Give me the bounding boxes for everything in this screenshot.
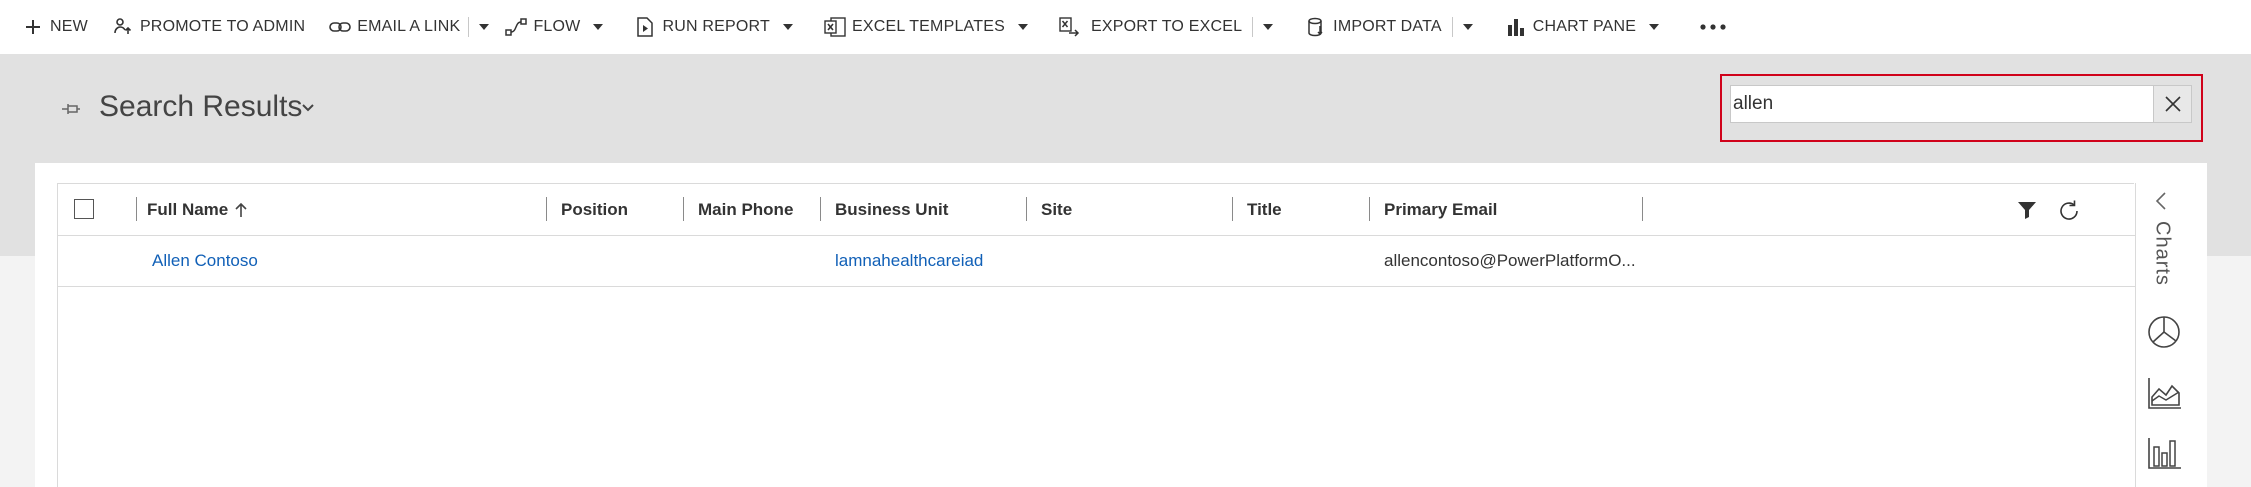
flow-icon [505, 16, 528, 38]
pin-icon[interactable] [60, 98, 82, 120]
excel-templates-label: EXCEL TEMPLATES [851, 18, 1005, 35]
area-chart-icon[interactable] [2146, 375, 2182, 411]
column-header-site[interactable]: Site [1041, 184, 1072, 236]
link-icon [329, 16, 352, 38]
promote-to-admin-button[interactable]: PROMOTE TO ADMIN [112, 0, 305, 54]
excel-templates-button[interactable]: EXCEL TEMPLATES [824, 0, 1029, 54]
export-to-excel-dropdown[interactable] [1252, 0, 1283, 54]
primary-email-cell: allencontoso@PowerPlatformO... [1384, 251, 1636, 270]
run-report-button[interactable]: RUN REPORT [634, 0, 794, 54]
ellipsis-icon [1700, 24, 1726, 30]
column-divider [1642, 197, 1643, 221]
column-divider [820, 197, 821, 221]
chevron-down-icon [782, 21, 794, 33]
sort-ascending-icon [234, 202, 248, 218]
new-label: NEW [50, 18, 88, 35]
chevron-down-icon [592, 21, 604, 33]
divider [1252, 17, 1254, 37]
plus-icon [22, 16, 44, 38]
close-icon [2164, 96, 2181, 112]
email-a-link-label: EMAIL A LINK [357, 18, 461, 35]
chevron-left-icon[interactable] [2154, 191, 2172, 213]
chevron-down-icon [1017, 21, 1029, 33]
excel-icon [824, 16, 846, 38]
table-row[interactable]: Allen Contoso lamnahealthcareiad allenco… [58, 236, 2135, 287]
refresh-icon[interactable] [2056, 198, 2082, 224]
grid-header: Full Name Position Main Phone Business U… [58, 184, 2135, 236]
import-data-dropdown[interactable] [1451, 0, 1483, 54]
flow-label: FLOW [533, 18, 581, 35]
chevron-down-icon [1263, 24, 1274, 30]
column-divider [1026, 197, 1027, 221]
column-header-label: Business Unit [835, 200, 949, 219]
chart-pane-button[interactable]: CHART PANE [1505, 0, 1660, 54]
run-report-label: RUN REPORT [662, 18, 770, 35]
more-commands-button[interactable] [1700, 0, 1726, 54]
chevron-down-icon [1648, 21, 1660, 33]
bar-chart-icon [1505, 16, 1527, 38]
column-divider [683, 197, 684, 221]
column-header-full-name[interactable]: Full Name [147, 184, 248, 236]
column-divider [1232, 197, 1233, 221]
export-to-excel-button[interactable]: EXPORT TO EXCEL [1059, 0, 1242, 54]
full-name-link[interactable]: Allen Contoso [152, 236, 258, 286]
column-header-label: Primary Email [1384, 200, 1498, 219]
divider [468, 17, 470, 37]
flow-button[interactable]: FLOW [505, 0, 604, 54]
promote-to-admin-label: PROMOTE TO ADMIN [139, 18, 306, 35]
filter-icon[interactable] [2016, 199, 2038, 221]
email-a-link-button[interactable]: EMAIL A LINK [329, 0, 460, 54]
export-to-excel-label: EXPORT TO EXCEL [1090, 18, 1243, 35]
column-header-label: Title [1247, 200, 1282, 219]
column-header-primary-email[interactable]: Primary Email [1384, 184, 1497, 236]
charts-pane-label: Charts [2151, 221, 2174, 286]
column-divider [1369, 197, 1370, 221]
import-data-label: IMPORT DATA [1333, 18, 1442, 35]
column-header-position[interactable]: Position [561, 184, 628, 236]
results-grid: Full Name Position Main Phone Business U… [57, 183, 2135, 487]
chevron-down-icon [1462, 24, 1473, 30]
export-excel-icon [1059, 16, 1081, 38]
column-header-label: Site [1041, 200, 1073, 219]
column-header-label: Position [561, 200, 629, 219]
import-icon [1305, 16, 1327, 38]
page-title[interactable]: Search Results [99, 90, 302, 124]
clear-search-button[interactable] [2154, 85, 2192, 123]
column-header-business-unit[interactable]: Business Unit [835, 184, 948, 236]
person-promote-icon [112, 16, 134, 38]
column-divider [546, 197, 547, 221]
column-chart-icon[interactable] [2146, 435, 2182, 471]
column-header-label: Main Phone [698, 200, 794, 219]
column-divider [136, 197, 137, 221]
business-unit-link[interactable]: lamnahealthcareiad [835, 236, 983, 286]
chart-pane-label: CHART PANE [1532, 18, 1637, 35]
search-input[interactable] [1730, 85, 2154, 123]
view-selector-chevron-icon[interactable] [301, 100, 317, 116]
chevron-down-icon [479, 24, 490, 30]
new-button[interactable]: NEW [22, 0, 88, 54]
report-icon [634, 16, 656, 38]
divider [1451, 17, 1453, 37]
pie-chart-icon[interactable] [2146, 314, 2182, 350]
charts-pane: Charts [2135, 183, 2191, 487]
select-all-checkbox[interactable] [74, 199, 94, 219]
column-header-label: Full Name [147, 200, 229, 219]
column-header-title[interactable]: Title [1247, 184, 1282, 236]
import-data-button[interactable]: IMPORT DATA [1305, 0, 1442, 54]
email-a-link-dropdown[interactable] [468, 0, 499, 54]
command-bar: NEW PROMOTE TO ADMIN EMAIL A LINK FLOW R… [0, 0, 2251, 54]
column-header-main-phone[interactable]: Main Phone [698, 184, 793, 236]
